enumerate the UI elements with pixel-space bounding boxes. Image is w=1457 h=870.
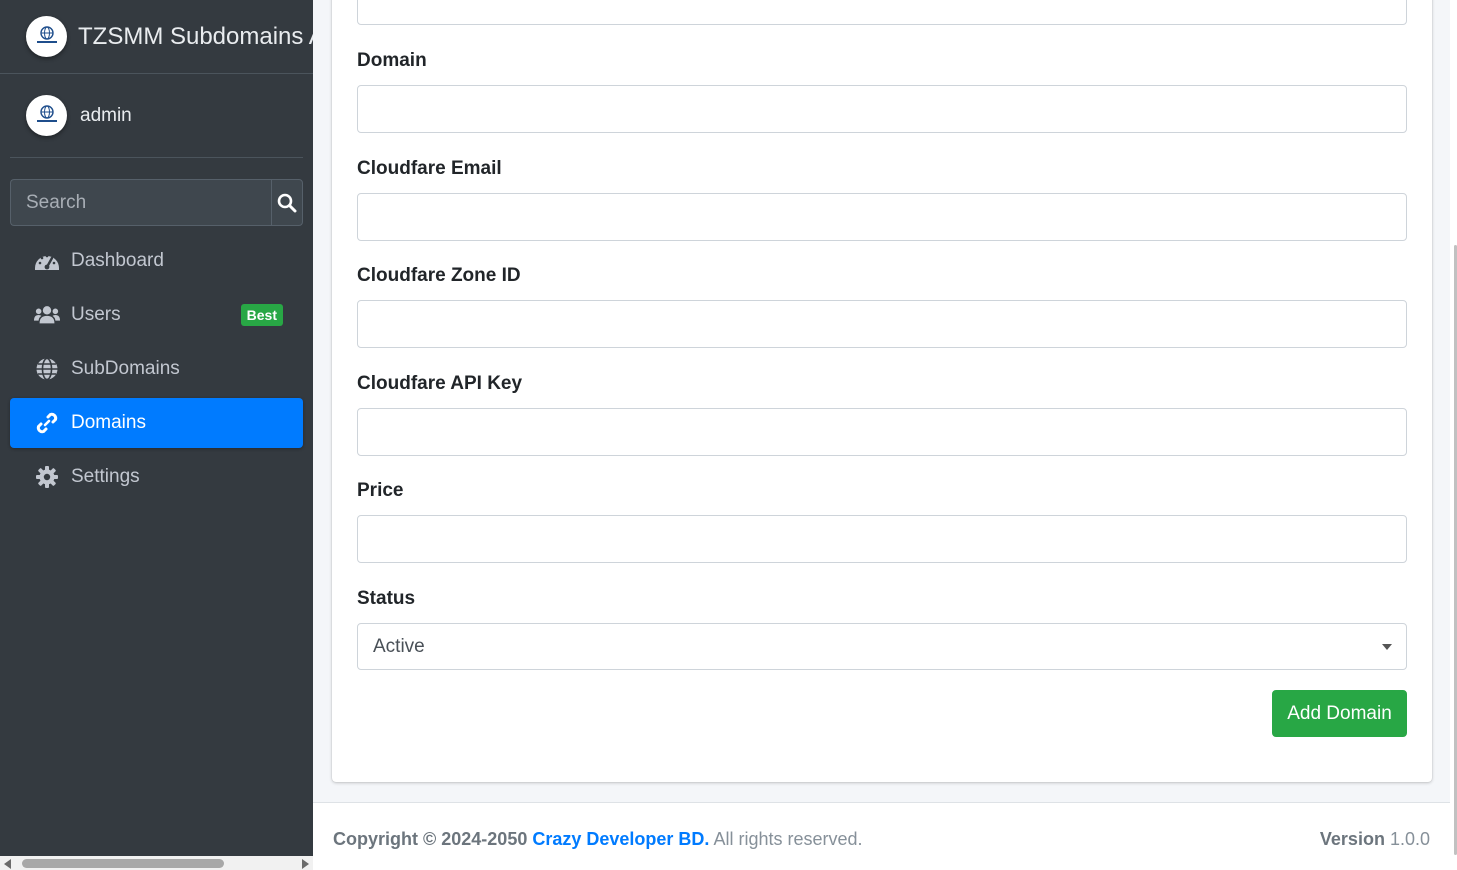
brand-link[interactable]: TZSMM Subdomains Admin (0, 0, 313, 74)
link-icon (34, 410, 60, 436)
user-panel[interactable]: admin (10, 74, 303, 158)
sidebar-search (10, 179, 303, 226)
vertical-scrollbar[interactable] (1450, 0, 1457, 870)
sidebar: TZSMM Subdomains Admin admin (0, 0, 313, 870)
cloudflare-email-input[interactable] (357, 193, 1407, 241)
sidebar-nav: Dashboard Users Best SubDomains Domains … (10, 236, 303, 506)
previous-field[interactable] (357, 0, 1407, 25)
nav-label: Dashboard (71, 250, 164, 271)
nav-label: Settings (71, 466, 140, 487)
nav-label: SubDomains (71, 358, 180, 379)
nav-label: Domains (71, 412, 146, 433)
scroll-left-icon[interactable] (4, 859, 11, 869)
status-selected-value: Active (373, 635, 425, 657)
nav-label: Users (71, 304, 121, 325)
version: Version 1.0.0 (1320, 829, 1430, 850)
cloudflare-api-key-label: Cloudfare API Key (357, 373, 523, 394)
brand-logo (26, 16, 67, 57)
domain-label: Domain (357, 50, 427, 71)
status-label: Status (357, 588, 416, 609)
nav-item-subdomains[interactable]: SubDomains (10, 344, 303, 394)
search-input[interactable] (10, 179, 271, 226)
cloudflare-zone-id-input[interactable] (357, 300, 1407, 348)
nav-item-users[interactable]: Users Best (10, 290, 303, 340)
search-icon (277, 193, 297, 212)
users-icon (34, 302, 60, 328)
gear-icon (34, 464, 60, 490)
price-input[interactable] (357, 515, 1407, 563)
footer: Copyright © 2024-2050 Crazy Developer BD… (313, 802, 1450, 870)
cloudflare-email-label: Cloudfare Email (357, 158, 502, 179)
scroll-right-icon[interactable] (302, 859, 309, 869)
globe-icon (34, 356, 60, 382)
caret-down-icon (1382, 644, 1392, 650)
avatar (26, 95, 67, 136)
cloudflare-api-key-input[interactable] (357, 408, 1407, 456)
nav-item-dashboard[interactable]: Dashboard (10, 236, 303, 286)
cloudflare-zone-id-label: Cloudfare Zone ID (357, 265, 521, 286)
nav-item-settings[interactable]: Settings (10, 452, 303, 502)
scrollbar-thumb[interactable] (22, 859, 224, 868)
brand-title: TZSMM Subdomains Admin (78, 22, 313, 50)
nav-item-domains[interactable]: Domains (10, 398, 303, 448)
version-label: Version (1319, 829, 1385, 849)
rights-text: All rights reserved. (713, 829, 863, 849)
badge-best: Best (240, 304, 283, 326)
copyright-prefix: Copyright © 2024-2050 (333, 829, 528, 849)
horizontal-scrollbar[interactable] (0, 856, 313, 870)
tachometer-icon (34, 248, 60, 274)
user-name[interactable]: admin (80, 105, 132, 127)
copyright: Copyright © 2024-2050 Crazy Developer BD… (333, 829, 863, 850)
add-domain-button[interactable]: Add Domain (1272, 690, 1407, 737)
version-value: 1.0.0 (1389, 829, 1430, 849)
domain-input[interactable] (357, 85, 1407, 133)
search-button[interactable] (271, 179, 303, 226)
price-label: Price (357, 480, 404, 501)
status-select[interactable]: Active (357, 623, 1407, 670)
company-link[interactable]: Crazy Developer BD. (532, 829, 709, 849)
